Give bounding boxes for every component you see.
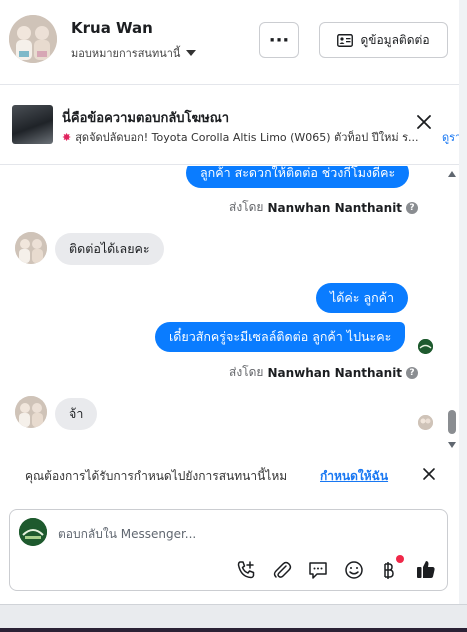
scroll-up-arrow[interactable] xyxy=(448,171,456,177)
page-avatar-read-receipt xyxy=(418,339,433,354)
outgoing-message[interactable]: ลูกค้า สะดวกให้ติดต่อ ช่วงกี่โมงดีคะ xyxy=(186,166,410,188)
burst-icon: ✸ xyxy=(62,131,72,144)
caret-down-icon xyxy=(186,50,197,56)
customer-avatar-small xyxy=(15,396,47,428)
incoming-message[interactable]: จ้า xyxy=(55,398,98,430)
view-ad-link[interactable]: ดูรา xyxy=(442,128,459,146)
page-avatar xyxy=(19,518,47,546)
sent-by-label: ส่งโดย xyxy=(229,200,264,214)
close-icon[interactable] xyxy=(421,466,437,482)
assign-label: มอบหมายการสนทนานี้ xyxy=(71,47,181,60)
customer-name: Krua Wan xyxy=(71,19,153,37)
assign-to-me-link[interactable]: กำหนดให้ฉัน xyxy=(320,467,388,486)
taskbar-edge xyxy=(0,628,467,632)
reply-input[interactable] xyxy=(58,524,398,544)
assign-conversation-dropdown[interactable]: มอบหมายการสนทนานี้ xyxy=(71,44,197,62)
ad-reply-title: นี่คือข้อความตอบกลับโฆษณา xyxy=(62,111,230,126)
ad-reply-banner: นี่คือข้อความตอบกลับโฆษณา ✸ สุดจัดปลัดบอก… xyxy=(0,85,459,165)
sent-by-name: Nanwhan Nanthanit xyxy=(267,200,403,215)
thumbs-up-icon[interactable] xyxy=(415,558,437,580)
conversation-panel: Krua Wan มอบหมายการสนทนานี้ ··· ดูข้อมูล… xyxy=(0,0,459,604)
help-icon[interactable]: ? xyxy=(406,366,419,379)
page-scrollbar[interactable] xyxy=(459,0,467,632)
view-contact-button[interactable]: ดูข้อมูลติดต่อ xyxy=(319,22,448,58)
sent-by-label: ส่งโดย xyxy=(229,365,264,379)
customer-avatar-read-receipt xyxy=(418,415,433,430)
scroll-down-arrow[interactable] xyxy=(448,442,456,448)
ad-reply-subtitle: ✸ สุดจัดปลัดบอก! Toyota Corolla Altis Lim… xyxy=(62,128,419,146)
outgoing-message[interactable]: ได้ค่ะ ลูกค้า xyxy=(316,283,409,313)
outgoing-message[interactable]: เดี๋ยวสักครู่จะมีเซลล์ติดต่อ ลูกค้า ไปนะ… xyxy=(155,322,406,352)
sent-by-name: Nanwhan Nanthanit xyxy=(267,365,403,380)
close-icon[interactable] xyxy=(415,113,433,131)
ad-thumbnail[interactable] xyxy=(12,105,53,144)
paperclip-icon[interactable] xyxy=(271,559,293,581)
window-bottom-bar xyxy=(0,604,467,632)
chat-bubble-icon[interactable] xyxy=(307,559,329,581)
assign-notice-text: คุณต้องการได้รับการกำหนดไปยังการสนทนานี้… xyxy=(25,469,288,483)
customer-avatar[interactable] xyxy=(9,15,57,63)
scrollbar-thumb[interactable] xyxy=(448,410,456,434)
help-icon[interactable]: ? xyxy=(406,201,419,214)
ad-subtitle-text: สุดจัดปลัดบอก! Toyota Corolla Altis Limo… xyxy=(75,131,419,144)
contact-card-icon xyxy=(337,33,354,47)
more-icon: ··· xyxy=(268,29,290,51)
customer-avatar-small xyxy=(15,232,47,264)
message-composer xyxy=(9,509,448,591)
assign-notice: คุณต้องการได้รับการกำหนดไปยังการสนทนานี้… xyxy=(0,456,459,494)
more-options-button[interactable]: ··· xyxy=(259,22,299,58)
baht-icon[interactable] xyxy=(377,559,399,581)
notification-dot xyxy=(396,555,404,563)
conversation-header: Krua Wan มอบหมายการสนทนานี้ ··· ดูข้อมูล… xyxy=(0,0,459,85)
sent-by-info: ส่งโดย Nanwhan Nanthanit ? xyxy=(229,363,419,382)
smiley-icon[interactable] xyxy=(343,559,365,581)
sent-by-info: ส่งโดย Nanwhan Nanthanit ? xyxy=(229,198,419,217)
view-contact-label: ดูข้อมูลติดต่อ xyxy=(360,32,430,47)
message-thread: ลูกค้า สะดวกให้ติดต่อ ช่วงกี่โมงดีคะ ส่ง… xyxy=(0,166,459,452)
incoming-message[interactable]: ติดต่อได้เลยคะ xyxy=(55,233,164,265)
phone-plus-icon[interactable] xyxy=(235,559,257,581)
